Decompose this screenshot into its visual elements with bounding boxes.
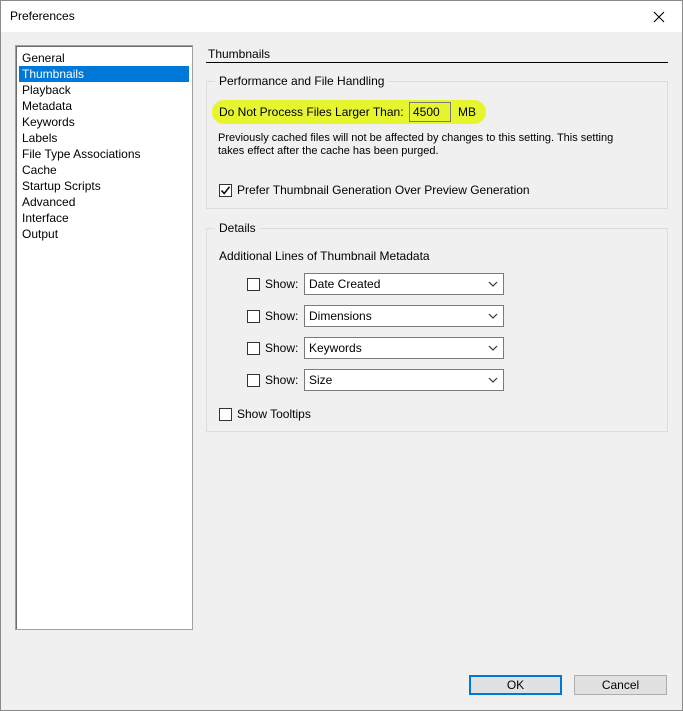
performance-legend: Performance and File Handling bbox=[215, 74, 389, 88]
sidebar-item-metadata[interactable]: Metadata bbox=[19, 98, 189, 114]
show-line-4-checkbox[interactable] bbox=[247, 373, 260, 387]
show-line-2-checkbox[interactable] bbox=[247, 309, 260, 323]
additional-lines-label: Additional Lines of Thumbnail Metadata bbox=[219, 249, 430, 263]
chevron-down-icon bbox=[488, 281, 498, 287]
chevron-down-icon bbox=[488, 345, 498, 351]
select-value: Date Created bbox=[309, 277, 381, 291]
prefer-thumbnail-label: Prefer Thumbnail Generation Over Preview… bbox=[237, 183, 530, 197]
select-value: Size bbox=[309, 373, 333, 387]
sidebar-item-advanced[interactable]: Advanced bbox=[19, 194, 189, 210]
show-label: Show: bbox=[265, 373, 299, 387]
metadata-line-row: Show: Size bbox=[247, 369, 504, 391]
sidebar-item-labels[interactable]: Labels bbox=[19, 130, 189, 146]
preferences-window: Preferences General Thumbnails Playback … bbox=[0, 0, 683, 711]
select-value: Keywords bbox=[309, 341, 362, 355]
metadata-line-2-select[interactable]: Dimensions bbox=[304, 305, 504, 327]
ok-button[interactable]: OK bbox=[469, 675, 562, 695]
sidebar-item-cache[interactable]: Cache bbox=[19, 162, 189, 178]
details-legend: Details bbox=[215, 221, 260, 235]
close-icon bbox=[653, 11, 665, 22]
show-label: Show: bbox=[265, 341, 299, 355]
sidebar-item-output[interactable]: Output bbox=[19, 226, 189, 242]
sidebar-item-general[interactable]: General bbox=[19, 50, 189, 66]
close-button[interactable] bbox=[636, 1, 682, 32]
sidebar-item-thumbnails[interactable]: Thumbnails bbox=[19, 66, 189, 82]
show-label: Show: bbox=[265, 309, 299, 323]
section-divider bbox=[206, 62, 668, 63]
prefer-thumbnail-checkbox[interactable] bbox=[219, 183, 232, 197]
metadata-line-1-select[interactable]: Date Created bbox=[304, 273, 504, 295]
window-title: Preferences bbox=[10, 9, 75, 23]
cache-note: Previously cached files will not be affe… bbox=[218, 132, 638, 158]
sidebar-item-interface[interactable]: Interface bbox=[19, 210, 189, 226]
sidebar-item-playback[interactable]: Playback bbox=[19, 82, 189, 98]
section-title: Thumbnails bbox=[208, 47, 271, 61]
cache-note-line-2: takes effect after the cache has been pu… bbox=[218, 145, 439, 157]
cancel-button[interactable]: Cancel bbox=[574, 675, 667, 695]
show-tooltips-option[interactable]: Show Tooltips bbox=[219, 407, 311, 421]
metadata-line-row: Show: Date Created bbox=[247, 273, 504, 295]
metadata-line-4-select[interactable]: Size bbox=[304, 369, 504, 391]
max-file-size-unit: MB bbox=[458, 105, 476, 119]
metadata-line-row: Show: Dimensions bbox=[247, 305, 504, 327]
sidebar-item-startup-scripts[interactable]: Startup Scripts bbox=[19, 178, 189, 194]
show-label: Show: bbox=[265, 277, 299, 291]
metadata-line-3-select[interactable]: Keywords bbox=[304, 337, 504, 359]
show-tooltips-checkbox[interactable] bbox=[219, 407, 232, 421]
sidebar-item-keywords[interactable]: Keywords bbox=[19, 114, 189, 130]
sidebar-item-file-type-associations[interactable]: File Type Associations bbox=[19, 146, 189, 162]
max-file-size-label: Do Not Process Files Larger Than: bbox=[219, 105, 404, 119]
title-bar: Preferences bbox=[1, 1, 682, 32]
select-value: Dimensions bbox=[309, 309, 372, 323]
max-file-size-input[interactable] bbox=[409, 102, 451, 122]
show-tooltips-label: Show Tooltips bbox=[237, 407, 311, 421]
checkmark-icon bbox=[220, 185, 231, 195]
category-list[interactable]: General Thumbnails Playback Metadata Key… bbox=[15, 45, 193, 630]
show-line-1-checkbox[interactable] bbox=[247, 277, 260, 291]
chevron-down-icon bbox=[488, 313, 498, 319]
performance-group: Performance and File Handling Do Not Pro… bbox=[206, 74, 668, 209]
prefer-thumbnail-option[interactable]: Prefer Thumbnail Generation Over Preview… bbox=[219, 183, 530, 197]
cache-note-line-1: Previously cached files will not be affe… bbox=[218, 132, 614, 144]
details-group: Details Additional Lines of Thumbnail Me… bbox=[206, 221, 668, 432]
show-line-3-checkbox[interactable] bbox=[247, 341, 260, 355]
metadata-line-row: Show: Keywords bbox=[247, 337, 504, 359]
chevron-down-icon bbox=[488, 377, 498, 383]
